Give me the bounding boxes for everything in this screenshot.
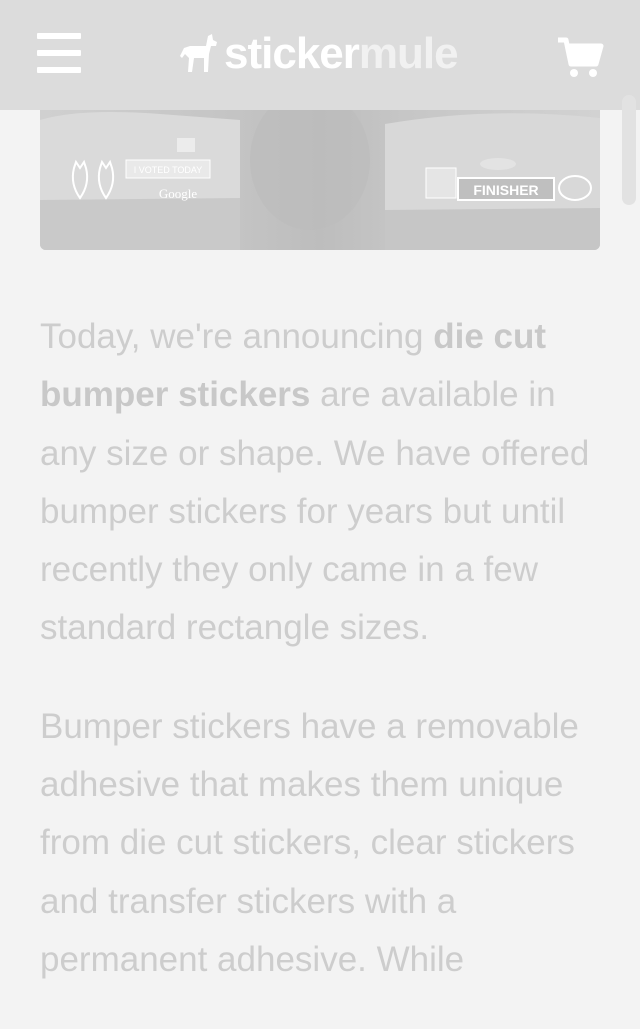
logo-text-mule: mule bbox=[358, 29, 459, 78]
hamburger-menu-icon[interactable] bbox=[37, 33, 81, 73]
paragraph-rest: are available in any size or shape. We h… bbox=[40, 375, 590, 648]
article-paragraph: Today, we're announcing die cut bumper s… bbox=[40, 308, 605, 658]
article-body: Today, we're announcing die cut bumper s… bbox=[40, 308, 605, 1029]
article-paragraph: Bumper stickers have a removable adhesiv… bbox=[40, 706, 579, 979]
sticker-finisher-text: FINISHER bbox=[473, 182, 538, 198]
sticker-voted-text: I VOTED TODAY bbox=[134, 165, 203, 175]
sticker-google-text: Google bbox=[159, 186, 198, 201]
scrollbar-thumb[interactable] bbox=[622, 95, 636, 205]
shopping-cart-icon[interactable] bbox=[556, 36, 604, 80]
mule-logo-icon bbox=[180, 34, 217, 72]
top-nav-bar: sticker mule bbox=[0, 0, 640, 110]
logo-text-sticker: sticker bbox=[224, 29, 360, 78]
stickermule-logo[interactable]: sticker mule bbox=[178, 29, 459, 78]
paragraph-intro: Today, we're announcing bbox=[40, 317, 434, 356]
